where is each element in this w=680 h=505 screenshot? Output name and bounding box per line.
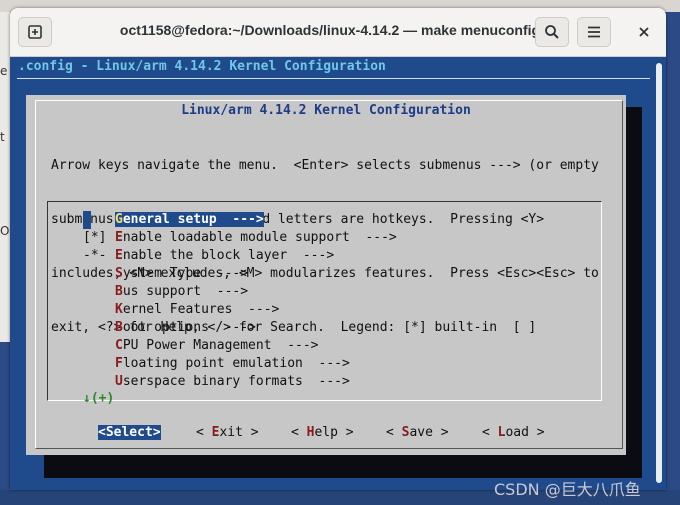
button-bracket: < [196,425,212,440]
dialog-title: Linux/arm 4.14.2 Kernel Configuration [181,103,471,118]
menu-item-label: Userspace binary formats ---> [115,374,350,389]
terminal-window: oct1158@fedora:~/Downloads/linux-4.14.2 … [10,8,666,490]
more-indicator: ↓(+) [83,391,115,406]
button-bracket: < [482,425,498,440]
scrollbar-thumb[interactable] [656,63,662,483]
menu-item-hotkey: G [115,212,123,227]
menu-item-text: eneral setup ---> [122,212,264,227]
menu-item-label: Enable loadable module support ---> [115,230,397,245]
menu-item[interactable]: -*- Enable the block layer ---> [83,247,397,265]
menu-item-hotkey: S [115,266,123,281]
button-hotkey: S [105,425,114,440]
menu-item-label: General setup ---> [115,212,264,227]
menu-item[interactable]: Bus support ---> [83,283,397,301]
menu-item-label: System Type ---> [115,266,248,281]
menu-item-label: CPU Power Management ---> [115,338,319,353]
button-label: elp [314,425,338,440]
config-title-rule [17,78,650,79]
menu-button[interactable] [577,17,611,47]
menu-item-hotkey: B [115,284,123,299]
menu-item-hotkey: U [115,374,123,389]
menu-item-text: us support ---> [122,284,249,299]
cursor-block [83,211,91,229]
dialog-shadow-bottom [44,454,642,478]
button-label: oad [505,425,529,440]
menu-item-text: ernel Features ---> [122,302,280,317]
menu-item[interactable]: Boot options ---> [83,319,397,337]
button-bracket: < [386,425,402,440]
button-bracket: > [152,425,161,440]
watermark: CSDN @巨大八爪鱼 [494,480,641,499]
button-row: <Select> < Exit > < Help > < Save > < Load > [26,425,626,445]
dialog-button[interactable]: < Save > [386,425,449,440]
menu-item-marker: -*- [83,248,107,263]
menu-item-hotkey: K [115,302,123,317]
hamburger-menu-icon [588,26,600,38]
menu-item[interactable]: Userspace binary formats ---> [83,373,397,391]
config-title: .config - Linux/arm 4.14.2 Kernel Config… [18,59,386,74]
menu-item-marker [83,211,115,229]
scrollbar[interactable] [655,59,663,489]
background-text-fragment: e [0,64,8,78]
dialog-button[interactable]: < Help > [291,425,354,440]
menu-item-text: loating point emulation ---> [122,356,350,371]
menu-item[interactable]: System Type ---> [83,265,397,283]
background-text-fragment: t [0,130,5,144]
help-line: Arrow keys navigate the menu. <Enter> se… [51,158,599,173]
menu-item-text: nable the block layer ---> [122,248,335,263]
new-tab-icon [28,25,42,39]
button-bracket: < [291,425,307,440]
menu-item-hotkey: E [115,230,123,245]
button-bracket: > [432,425,449,440]
menu-item-text: oot options ---> [122,320,256,335]
button-bracket: < [98,425,106,440]
menu-item[interactable]: CPU Power Management ---> [83,337,397,355]
menu-list: General setup ---> [*] Enable loadable mod… [83,211,397,391]
menu-item[interactable]: General setup ---> [83,211,397,229]
title-bar: oct1158@fedora:~/Downloads/linux-4.14.2 … [10,8,666,57]
new-tab-button[interactable] [18,17,52,47]
menu-item-hotkey: E [115,248,123,263]
menu-item-label: Kernel Features ---> [115,302,279,317]
menuconfig-dialog: Linux/arm 4.14.2 Kernel Configuration Ar… [26,95,626,455]
button-bracket: > [242,425,259,440]
menu-item-hotkey: B [115,320,123,335]
button-bracket: > [337,425,354,440]
menu-item-label: Enable the block layer ---> [115,248,334,263]
menu-item-text: serspace binary formats ---> [122,374,350,389]
dialog-shadow-right [626,107,642,478]
terminal-area[interactable]: .config - Linux/arm 4.14.2 Kernel Config… [10,57,666,490]
search-icon [545,25,559,39]
dialog-button[interactable]: < Exit > [196,425,259,440]
menu-item-hotkey: F [115,356,123,371]
menu-item-label: Floating point emulation ---> [115,356,350,371]
menu-item[interactable]: Kernel Features ---> [83,301,397,319]
search-button[interactable] [535,17,569,47]
menu-item-hotkey: C [115,338,123,353]
button-label: xit [219,425,243,440]
close-icon [639,27,649,37]
menu-item-text: PU Power Management ---> [122,338,319,353]
button-label: ave [409,425,433,440]
button-label: elect [113,425,153,440]
menu-item-text: nable loadable module support ---> [122,230,397,245]
menu-item-label: Bus support ---> [115,284,248,299]
close-button[interactable] [632,20,656,44]
menu-item[interactable]: [*] Enable loadable module support ---> [83,229,397,247]
dialog-button[interactable]: <Select> [98,425,161,440]
menu-item-marker: [*] [83,230,107,245]
button-bracket: > [528,425,545,440]
window-title: oct1158@fedora:~/Downloads/linux-4.14.2 … [119,22,541,38]
menu-item-text: ystem Type ---> [122,266,249,281]
menu-item-label: Boot options ---> [115,320,256,335]
menu-item[interactable]: Floating point emulation ---> [83,355,397,373]
dialog-button[interactable]: < Load > [482,425,545,440]
